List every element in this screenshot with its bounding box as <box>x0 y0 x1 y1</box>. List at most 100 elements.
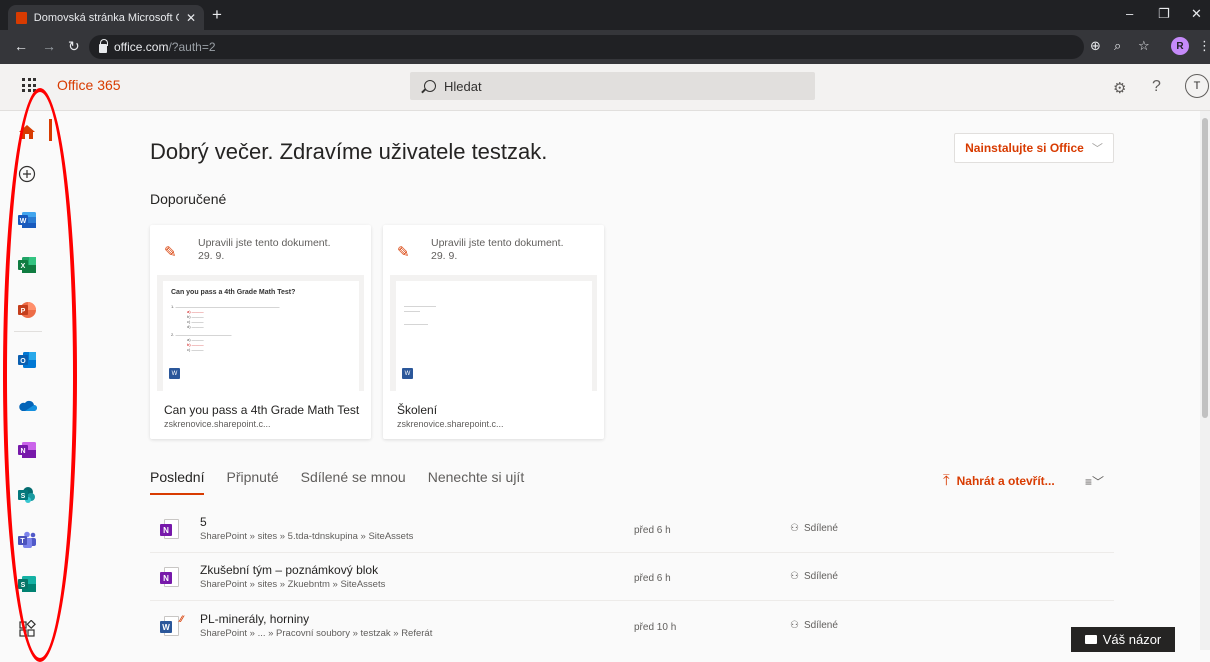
settings-gear-icon[interactable]: ⚙ <box>1113 79 1126 97</box>
page-greeting: Dobrý večer. Zdravíme uživatele testzak. <box>150 139 548 164</box>
file-name: PL-minerály, horniny <box>200 612 310 626</box>
minimize-icon[interactable]: – <box>1126 6 1133 21</box>
svg-text:P: P <box>21 308 26 315</box>
search-input[interactable]: Hledat <box>410 72 815 100</box>
card-activity: Upravili jste tento dokument. 29. 9. <box>198 237 330 263</box>
user-avatar[interactable]: T <box>1185 74 1209 98</box>
all-apps-icon[interactable] <box>14 617 40 641</box>
shared-people-icon: ⚇ <box>790 571 799 582</box>
home-icon[interactable] <box>14 120 40 144</box>
edit-pencil-icon: ✎ <box>164 244 177 261</box>
url-path: /?auth=2 <box>168 40 216 54</box>
file-sharing-label: Sdílené <box>803 620 838 631</box>
install-office-button[interactable]: Nainstalujte si Office ﹀ <box>954 133 1114 163</box>
search-placeholder: Hledat <box>444 78 482 94</box>
office-favicon-icon <box>16 11 27 24</box>
file-name: 5 <box>200 515 207 529</box>
card-thumbnail: ———————— ———— —————— W <box>390 275 597 391</box>
office-brand-link[interactable]: Office 365 <box>57 77 121 93</box>
upload-icon: ⤒ <box>943 472 950 489</box>
onenote-file-icon: N <box>160 567 180 589</box>
excel-icon[interactable]: X <box>14 253 40 277</box>
feedback-label: Váš názor <box>1102 632 1162 647</box>
create-icon[interactable] <box>14 162 40 186</box>
tab-recent[interactable]: Poslední <box>150 469 205 495</box>
svg-text:N: N <box>20 448 25 455</box>
scrollbar-thumb[interactable] <box>1202 118 1208 418</box>
bookmark-star-icon[interactable]: ☆ <box>1138 38 1150 54</box>
file-path: SharePoint » sites » Zkuebntm » SiteAsse… <box>200 579 386 590</box>
file-name: Zkušební tým – poznámkový blok <box>200 563 379 577</box>
powerpoint-icon[interactable]: P <box>14 298 40 322</box>
search-icon <box>424 80 436 92</box>
card-activity-text: Upravili jste tento dokument. <box>198 237 331 249</box>
new-activity-icon: ⁄⁄ <box>180 614 184 624</box>
recommended-heading: Doporučené <box>150 191 227 207</box>
card-title: Školení <box>397 403 438 417</box>
browser-tab[interactable]: Domovská stránka Microsoft Offi ✕ <box>8 5 204 30</box>
browser-toolbar: ← → ↻ office.com /?auth=2 ⊕ ⌕ ☆ ⋮ <box>0 30 1210 64</box>
svg-text:O: O <box>20 358 26 365</box>
sharepoint-icon[interactable]: S <box>14 483 40 507</box>
zoom-icon[interactable]: ⌕ <box>1114 38 1121 54</box>
restore-icon[interactable]: ❐ <box>1158 6 1170 22</box>
document-preview: Can you pass a 4th Grade Math Test? 1. —… <box>163 281 359 391</box>
sway-icon[interactable]: S <box>14 572 40 596</box>
reload-icon[interactable]: ↻ <box>68 38 80 55</box>
table-row[interactable]: W ⁄⁄ PL-minerály, horniny SharePoint » .… <box>150 606 1114 650</box>
install-app-icon[interactable]: ⊕ <box>1090 38 1101 54</box>
file-sharing-label: Sdílené <box>803 571 838 582</box>
file-time: před 6 h <box>634 573 671 584</box>
teams-icon[interactable]: T <box>14 528 40 552</box>
chevron-down-icon: ﹀ <box>1091 143 1103 155</box>
shared-people-icon: ⚇ <box>790 620 799 631</box>
edit-pencil-icon: ✎ <box>397 244 410 261</box>
word-icon[interactable]: W <box>14 208 40 232</box>
new-tab-button[interactable]: + <box>212 6 222 23</box>
browser-menu-icon[interactable]: ⋮ <box>1198 38 1210 54</box>
tab-title: Domovská stránka Microsoft Offi <box>33 11 179 24</box>
browser-profile-avatar[interactable]: R <box>1171 37 1189 55</box>
upload-open-button[interactable]: ⤒ Nahrát a otevřít... <box>943 472 1055 489</box>
file-time: před 6 h <box>634 525 671 536</box>
back-icon[interactable]: ← <box>14 38 28 54</box>
file-time: před 10 h <box>634 622 677 633</box>
file-sharing: ⚇ Sdílené <box>790 620 838 631</box>
card-thumbnail: Can you pass a 4th Grade Math Test? 1. —… <box>157 275 364 391</box>
table-row[interactable]: N 5 SharePoint » sites » 5.tda-tdnskupin… <box>150 509 1114 553</box>
install-office-label: Nainstalujte si Office <box>965 141 1084 155</box>
app-rail: W X P O N S T S <box>0 111 62 650</box>
address-bar[interactable]: office.com /?auth=2 <box>89 35 1084 59</box>
window-close-icon[interactable]: ✕ <box>1191 6 1202 22</box>
card-site: zskrenovice.sharepoint.c... <box>164 419 271 429</box>
svg-text:W: W <box>20 218 27 225</box>
shared-people-icon: ⚇ <box>790 523 799 534</box>
tab-pinned[interactable]: Připnuté <box>226 469 278 495</box>
word-badge-icon: W <box>169 368 180 379</box>
onenote-file-icon: N <box>160 519 180 541</box>
rail-divider <box>14 331 42 332</box>
tab-discover[interactable]: Nenechte si ujít <box>428 469 525 495</box>
table-row[interactable]: N Zkušební tým – poznámkový blok SharePo… <box>150 557 1114 601</box>
url-host: office.com <box>114 40 169 54</box>
onedrive-icon[interactable] <box>14 393 40 417</box>
app-launcher-icon[interactable] <box>22 78 36 92</box>
active-indicator <box>49 119 52 141</box>
forward-icon[interactable]: → <box>42 38 56 54</box>
file-path: SharePoint » ... » Pracovní soubory » te… <box>200 628 433 639</box>
tab-close-icon[interactable]: ✕ <box>186 11 196 25</box>
svg-text:X: X <box>21 263 26 270</box>
svg-text:S: S <box>21 493 26 500</box>
feedback-button[interactable]: Váš názor <box>1071 627 1175 652</box>
office-header: Office 365 Hledat ⚙ ? T <box>0 64 1210 111</box>
file-sharing-label: Sdílené <box>803 523 838 534</box>
recommended-card[interactable]: ✎ Upravili jste tento dokument. 29. 9. C… <box>150 225 371 439</box>
onenote-icon[interactable]: N <box>14 438 40 462</box>
outlook-icon[interactable]: O <box>14 348 40 372</box>
card-activity-date: 29. 9. <box>198 250 225 262</box>
tab-shared[interactable]: Sdílené se mnou <box>301 469 406 495</box>
sort-menu-icon[interactable]: ≡﹀ <box>1085 473 1104 490</box>
help-icon[interactable]: ? <box>1152 78 1161 96</box>
card-activity-text: Upravili jste tento dokument. <box>431 237 564 249</box>
recommended-card[interactable]: ✎ Upravili jste tento dokument. 29. 9. —… <box>383 225 604 439</box>
